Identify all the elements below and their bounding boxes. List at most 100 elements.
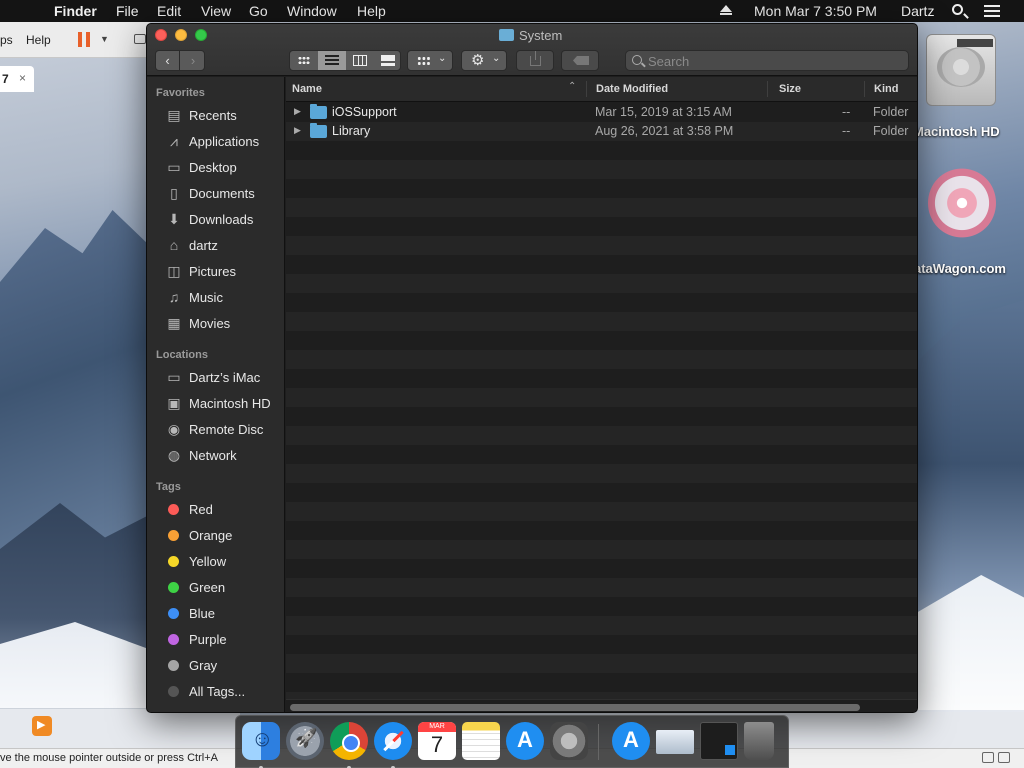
column-separator[interactable] — [864, 81, 865, 97]
launchpad-dock-icon[interactable] — [286, 722, 324, 760]
notes-dock-icon[interactable] — [462, 722, 500, 760]
file-kind: Folder — [873, 105, 909, 119]
datawagon-icon[interactable] — [928, 168, 996, 238]
sidebar-tag-orange[interactable]: Orange — [147, 524, 285, 548]
sidebar-item-documents[interactable]: ▯ Documents — [147, 182, 285, 206]
spotlight-search-icon[interactable] — [952, 4, 963, 15]
sidebar-item-downloads[interactable]: ⬇ Downloads — [147, 208, 285, 232]
sidebar-item-pictures[interactable]: ◫ Pictures — [147, 260, 285, 284]
menu-view[interactable]: View — [201, 3, 231, 19]
background-app-bottom-right — [790, 712, 1024, 748]
sidebar-item-label: Desktop — [189, 160, 237, 175]
close-icon[interactable]: × — [19, 71, 26, 85]
menu-help[interactable]: Help — [357, 3, 386, 19]
sidebar-item-label: Blue — [189, 606, 216, 621]
background-tab[interactable]: 7 × — [0, 66, 34, 92]
dropdown-arrow-icon[interactable]: ▼ — [100, 34, 109, 44]
column-headers: Name ⌃ Date Modified Size Kind — [286, 77, 917, 102]
column-header-size[interactable]: Size — [779, 83, 801, 95]
back-button[interactable]: ‹ — [156, 51, 180, 70]
sidebar-item-music[interactable]: ♫ Music — [147, 286, 285, 310]
forward-button[interactable]: › — [181, 51, 205, 70]
tags-button[interactable] — [561, 50, 599, 71]
column-header-date[interactable]: Date Modified — [596, 83, 668, 95]
calendar-dock-icon[interactable]: MAR 7 — [418, 722, 456, 760]
table-row[interactable]: ▶ Library Aug 26, 2021 at 3:58 PM -- Fol… — [286, 122, 917, 141]
sidebar-item-home[interactable]: ⌂ dartz — [147, 234, 285, 258]
print-icon[interactable] — [134, 34, 146, 44]
gallery-view-button[interactable] — [374, 51, 402, 70]
app-store-dock-icon[interactable] — [506, 722, 544, 760]
terminal-dock-icon[interactable] — [700, 722, 738, 760]
sidebar-tag-purple[interactable]: Purple — [147, 628, 285, 652]
menu-app-name[interactable]: Finder — [54, 3, 97, 19]
scrollbar-thumb[interactable] — [290, 704, 860, 711]
column-separator[interactable] — [767, 81, 768, 97]
device-icon[interactable] — [998, 752, 1010, 763]
finder-dock-icon[interactable] — [242, 722, 280, 768]
sidebar-tag-blue[interactable]: Blue — [147, 602, 285, 626]
menu-edit[interactable]: Edit — [157, 3, 181, 19]
tag-dot-icon — [168, 608, 179, 619]
sidebar-item-movies[interactable]: ▦ Movies — [147, 312, 285, 336]
chevron-down-icon: ⌄ — [492, 53, 501, 64]
horizontal-scrollbar[interactable] — [286, 699, 917, 712]
sidebar-item-applications[interactable]: ⩘ Applications — [147, 130, 285, 154]
menubar-user[interactable]: Dartz — [901, 3, 934, 19]
menu-file[interactable]: File — [116, 3, 139, 19]
sidebar-all-tags[interactable]: All Tags... — [147, 680, 285, 704]
icon-view-button[interactable] — [290, 51, 318, 70]
disclosure-triangle-icon[interactable]: ▶ — [294, 106, 301, 117]
menubar-clock[interactable]: Mon Mar 7 3:50 PM — [754, 3, 877, 19]
table-row[interactable]: ▶ iOSSupport Mar 15, 2019 at 3:15 AM -- … — [286, 103, 917, 122]
hard-drive-icon[interactable] — [926, 34, 996, 106]
eject-icon[interactable] — [720, 5, 732, 15]
sidebar-item-imac[interactable]: ▭ Dartz’s iMac — [147, 366, 285, 390]
notification-center-icon[interactable] — [984, 5, 1000, 17]
sidebar-tag-red[interactable]: Red — [147, 498, 285, 522]
app-store-download-dock-icon[interactable] — [612, 722, 650, 760]
safari-dock-icon[interactable] — [374, 722, 412, 768]
desktop-icon-label[interactable]: Macintosh HD — [913, 124, 1000, 139]
window-titlebar[interactable]: System ‹ › ⌄ ⚙ ⌄ — [147, 24, 917, 76]
sidebar-item-macintosh-hd[interactable]: ▣ Macintosh HD — [147, 392, 285, 416]
sidebar-tag-gray[interactable]: Gray — [147, 654, 285, 678]
remote-disc-icon: ◉ — [167, 421, 181, 437]
mail-dock-icon[interactable] — [656, 730, 694, 754]
column-separator[interactable] — [586, 81, 587, 97]
background-menu-help[interactable]: Help — [26, 33, 51, 47]
disclosure-triangle-icon[interactable]: ▶ — [294, 125, 301, 136]
window-title-text: System — [519, 28, 563, 43]
share-button[interactable] — [516, 50, 554, 71]
device-icon[interactable] — [982, 752, 994, 763]
menu-window[interactable]: Window — [287, 3, 337, 19]
search-field[interactable] — [625, 50, 909, 71]
network-icon: ◍ — [167, 447, 181, 463]
column-header-name[interactable]: Name — [292, 83, 322, 95]
column-view-button[interactable] — [346, 51, 374, 70]
chrome-dock-icon[interactable] — [330, 722, 368, 768]
sidebar-tag-yellow[interactable]: Yellow — [147, 550, 285, 574]
action-button[interactable]: ⚙ ⌄ — [461, 50, 507, 71]
sidebar-item-desktop[interactable]: ▭ Desktop — [147, 156, 285, 180]
minimize-window-button[interactable] — [175, 29, 187, 41]
menu-go[interactable]: Go — [249, 3, 268, 19]
close-window-button[interactable] — [155, 29, 167, 41]
zoom-window-button[interactable] — [195, 29, 207, 41]
search-input[interactable] — [648, 52, 903, 70]
system-preferences-dock-icon[interactable] — [550, 722, 588, 760]
group-by-button[interactable]: ⌄ — [407, 50, 453, 71]
sidebar-item-recents[interactable]: ▤ Recents — [147, 104, 285, 128]
sidebar-tag-green[interactable]: Green — [147, 576, 285, 600]
chevron-up-icon[interactable]: ⌃ — [568, 81, 576, 92]
list-view-button[interactable] — [318, 51, 346, 70]
background-menu-item[interactable]: ps — [0, 33, 13, 47]
desktop-icon-label[interactable]: ataWagon.com — [914, 261, 1006, 276]
tag-dot-icon — [168, 634, 179, 645]
sidebar-item-network[interactable]: ◍ Network — [147, 444, 285, 468]
trash-dock-icon[interactable] — [744, 722, 774, 760]
column-header-kind[interactable]: Kind — [874, 83, 898, 95]
pause-icon[interactable] — [78, 32, 90, 47]
sidebar-item-remote-disc[interactable]: ◉ Remote Disc — [147, 418, 285, 442]
vlc-icon[interactable] — [32, 716, 52, 736]
